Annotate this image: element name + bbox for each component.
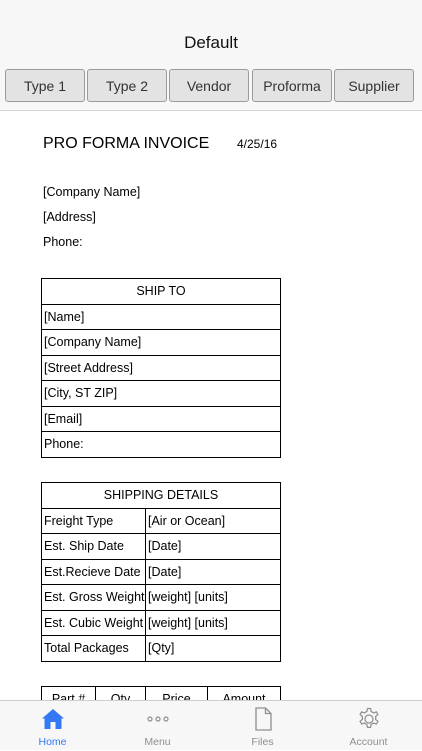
ship-to-company: [Company Name] bbox=[41, 329, 281, 356]
ship-to-header: SHIP TO bbox=[41, 278, 281, 305]
detail-label: Total Packages bbox=[41, 635, 146, 662]
detail-label: Est.Recieve Date bbox=[41, 558, 146, 585]
detail-value: [weight] [units] bbox=[145, 609, 281, 636]
line-items-table: Part # Qty Price Amount bbox=[41, 686, 281, 700]
ship-to-table: SHIP TO [Name] [Company Name] [Street Ad… bbox=[41, 278, 281, 458]
column-header-part: Part # bbox=[41, 686, 96, 700]
company-address: [Address] bbox=[43, 210, 96, 224]
segment-vendor[interactable]: Vendor bbox=[169, 69, 249, 102]
invoice-date: 4/25/16 bbox=[237, 137, 278, 151]
detail-value: [Date] bbox=[145, 558, 281, 585]
invoice-document[interactable]: PRO FORMA INVOICE 4/25/16 [Company Name]… bbox=[0, 111, 422, 700]
home-icon bbox=[42, 709, 64, 729]
segment-type-2[interactable]: Type 2 bbox=[87, 69, 167, 102]
tab-files[interactable]: Files bbox=[210, 701, 315, 751]
segment-type-1[interactable]: Type 1 bbox=[5, 69, 85, 102]
detail-value: [Qty] bbox=[145, 635, 281, 662]
detail-value: [Date] bbox=[145, 533, 281, 560]
segment-proforma[interactable]: Proforma bbox=[252, 69, 332, 102]
company-phone: Phone: bbox=[43, 235, 83, 249]
tab-home[interactable]: Home bbox=[0, 701, 105, 751]
detail-value: [weight] [units] bbox=[145, 584, 281, 611]
navigation-bar: Default bbox=[0, 0, 422, 64]
file-icon bbox=[255, 707, 272, 731]
segment-supplier[interactable]: Supplier bbox=[334, 69, 414, 102]
tab-bar: Home Menu Files Account bbox=[0, 700, 422, 750]
ellipsis-icon bbox=[147, 716, 169, 722]
gear-icon bbox=[359, 707, 379, 728]
invoice-title: PRO FORMA INVOICE bbox=[43, 135, 210, 152]
shipping-details-table: SHIPPING DETAILS Freight Type [Air or Oce… bbox=[41, 482, 281, 662]
column-header-amount: Amount bbox=[207, 686, 281, 700]
ship-to-phone: Phone: bbox=[41, 431, 281, 458]
column-header-qty: Qty bbox=[95, 686, 146, 700]
detail-value: [Air or Ocean] bbox=[145, 507, 281, 534]
column-header-price: Price bbox=[145, 686, 208, 700]
detail-label: Est. Cubic Weight bbox=[41, 609, 146, 636]
detail-label: Est. Gross Weight bbox=[41, 584, 146, 611]
ship-to-city: [City, ST ZIP] bbox=[41, 380, 281, 407]
tab-label: Menu bbox=[144, 736, 171, 748]
tab-menu[interactable]: Menu bbox=[105, 701, 210, 751]
segmented-control: Type 1 Type 2 Vendor Proforma Supplier bbox=[0, 64, 422, 111]
ship-to-street: [Street Address] bbox=[41, 354, 281, 381]
tab-label: Account bbox=[349, 736, 388, 748]
ship-to-name: [Name] bbox=[41, 303, 281, 330]
detail-label: Est. Ship Date bbox=[41, 533, 146, 560]
tab-label: Home bbox=[38, 736, 67, 748]
detail-label: Freight Type bbox=[41, 507, 146, 534]
page-title: Default bbox=[184, 33, 238, 52]
tab-label: Files bbox=[251, 736, 274, 748]
shipping-details-header: SHIPPING DETAILS bbox=[41, 482, 281, 509]
tab-account[interactable]: Account bbox=[316, 701, 421, 751]
company-name: [Company Name] bbox=[43, 185, 141, 199]
ship-to-email: [Email] bbox=[41, 405, 281, 432]
